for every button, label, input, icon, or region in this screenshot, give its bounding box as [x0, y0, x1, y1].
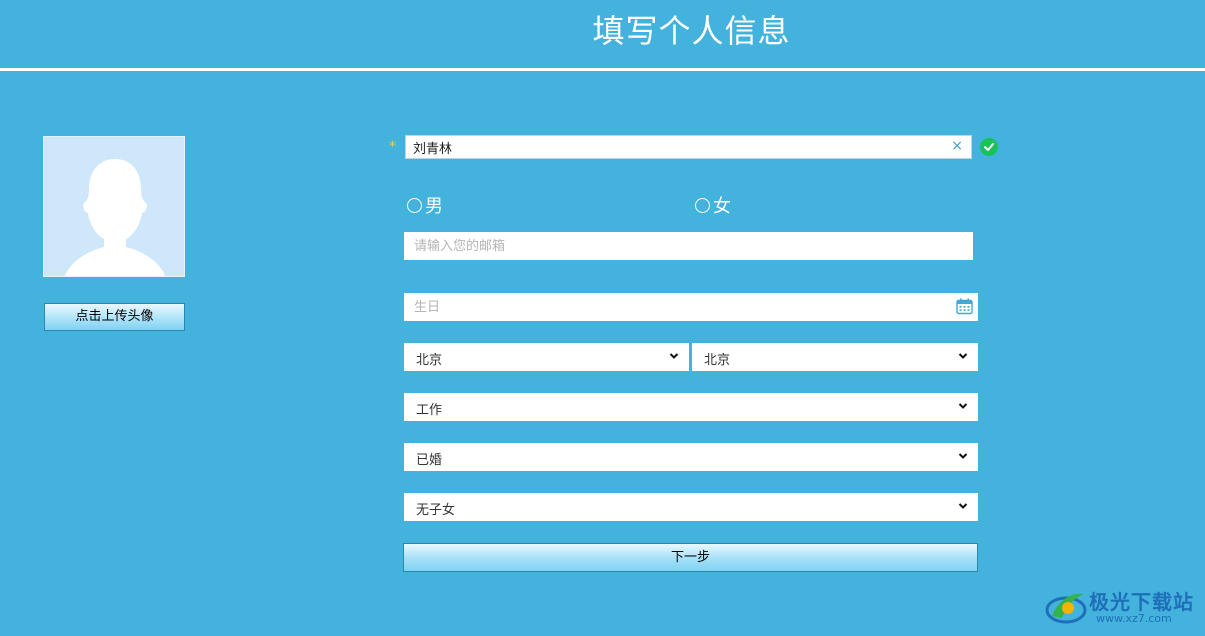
required-mark: * — [389, 139, 396, 155]
occupation-select[interactable]: 工作 — [404, 393, 978, 421]
gender-male-label: 男 — [425, 196, 443, 217]
radio-circle-icon[interactable] — [695, 197, 710, 213]
watermark-url: www.xz7.com — [1096, 612, 1172, 625]
birthday-input[interactable] — [404, 293, 978, 321]
clear-icon[interactable]: × — [951, 138, 963, 154]
email-field[interactable] — [404, 232, 973, 260]
marital-status-value: 已婚 — [416, 453, 443, 468]
watermark-logo-icon — [1045, 593, 1087, 624]
occupation-value: 工作 — [416, 403, 443, 418]
chevron-down-icon — [958, 403, 968, 409]
gender-female-radio[interactable]: 女 — [695, 192, 731, 218]
next-step-button[interactable]: 下一步 — [403, 543, 978, 572]
watermark-name: 极光下载站 — [1089, 590, 1194, 614]
check-circle-icon — [980, 138, 998, 156]
header-divider — [0, 68, 1205, 71]
calendar-icon[interactable] — [956, 298, 973, 315]
email-input[interactable] — [404, 232, 973, 260]
page-title: 填写个人信息 — [592, 12, 791, 50]
chevron-down-icon — [669, 353, 679, 359]
watermark: 极光下载站 www.xz7.com — [1044, 584, 1199, 632]
chevron-down-icon — [958, 453, 968, 459]
radio-circle-icon[interactable] — [407, 197, 422, 213]
marital-status-select[interactable]: 已婚 — [404, 443, 978, 471]
chevron-down-icon — [958, 353, 968, 359]
birthday-field[interactable] — [404, 293, 978, 321]
upload-avatar-button[interactable]: 点击上传头像 — [44, 303, 185, 331]
city-select[interactable]: 北京 — [692, 343, 978, 371]
children-select[interactable]: 无子女 — [404, 493, 978, 521]
chevron-down-icon — [958, 503, 968, 509]
name-input[interactable] — [406, 136, 933, 158]
gender-female-label: 女 — [713, 196, 731, 217]
province-select[interactable]: 北京 — [404, 343, 689, 371]
name-field[interactable]: × — [405, 135, 972, 159]
gender-male-radio[interactable]: 男 — [407, 192, 443, 218]
province-value: 北京 — [416, 353, 443, 368]
city-value: 北京 — [704, 353, 731, 368]
avatar — [43, 136, 185, 277]
children-value: 无子女 — [416, 503, 456, 518]
user-silhouette-icon — [64, 159, 166, 276]
